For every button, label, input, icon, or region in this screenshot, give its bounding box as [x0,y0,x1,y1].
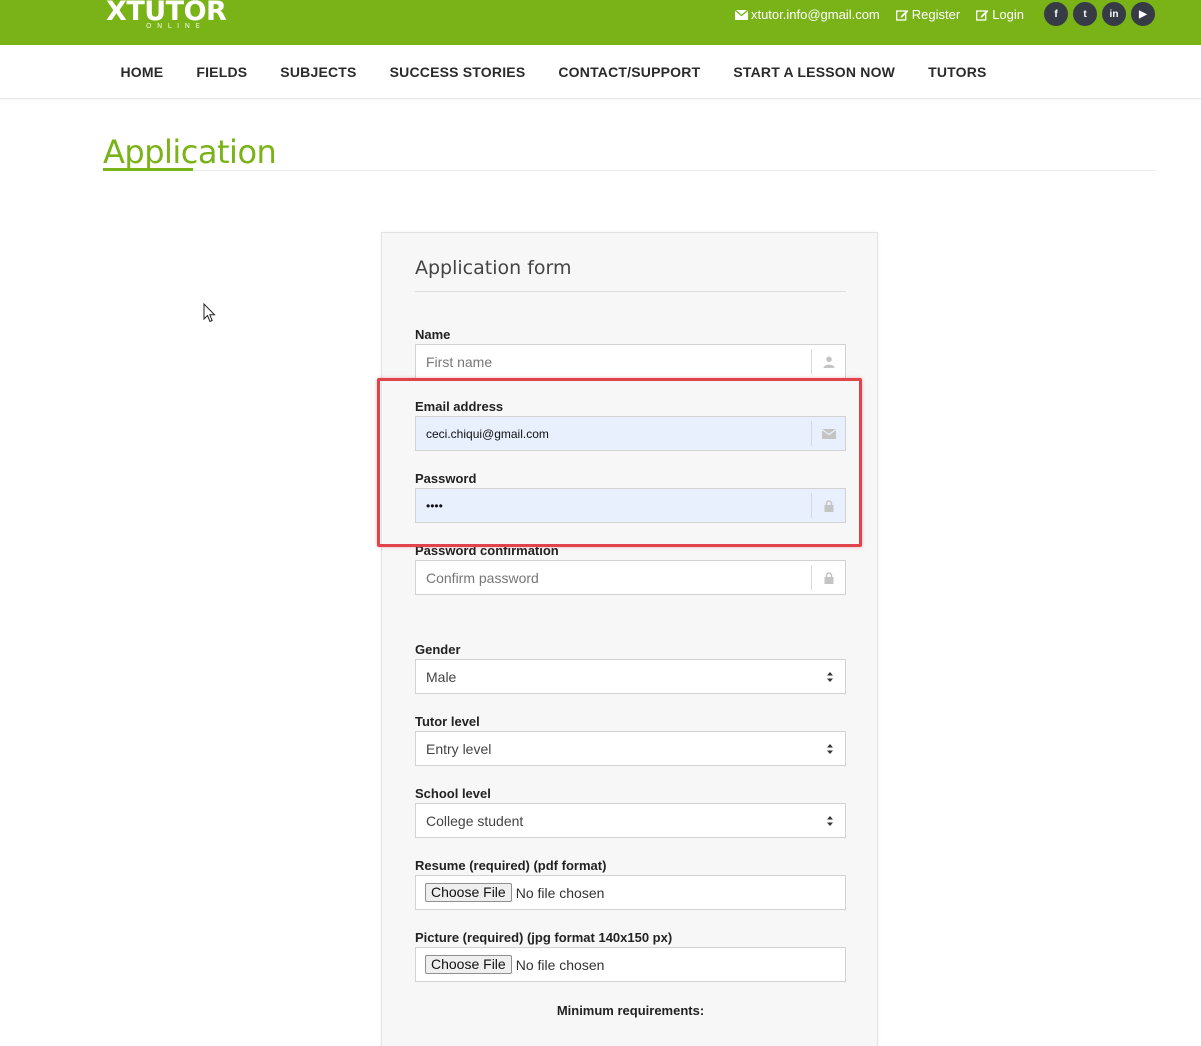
edit-icon [976,9,989,21]
login-text: Login [992,7,1024,22]
top-bar: XTUTOR ONLINE xtutor.info@gmail.com Regi… [0,0,1201,45]
register-link[interactable]: Register [895,7,961,22]
resume-file-status: No file chosen [515,884,605,901]
edit-icon [895,9,909,21]
password-input[interactable]: •••• [415,488,846,523]
school-level-select[interactable]: College student [415,803,846,838]
form-title-divider [415,291,846,292]
lock-icon [811,493,845,518]
resume-file-input[interactable]: Choose File No file chosen [415,875,846,910]
login-link[interactable]: Login [976,7,1024,22]
contact-email-text: xtutor.info@gmail.com [750,7,880,22]
school-level-label: School level [415,786,491,801]
lock-icon [811,565,845,590]
gender-label: Gender [415,642,461,657]
social-links: f t in ▶ [1044,2,1155,26]
password-confirmation-input[interactable]: Confirm password [415,560,846,595]
tutor-level-select[interactable]: Entry level [415,731,846,766]
top-links: xtutor.info@gmail.com Register Login [734,7,1024,22]
envelope-icon [734,9,748,20]
tutor-level-label: Tutor level [415,714,480,729]
twitter-icon[interactable]: t [1073,2,1097,26]
main-nav: HOME FIELDS SUBJECTS SUCCESS STORIES CON… [0,45,1201,99]
title-accent-underline [103,168,193,171]
resume-choose-file-button[interactable]: Choose File [425,883,512,902]
title-divider [103,170,1156,171]
facebook-icon[interactable]: f [1044,2,1068,26]
password-value: •••• [426,498,443,513]
password-label: Password [415,471,477,486]
picture-file-status: No file chosen [515,956,605,973]
nav-item-start-lesson[interactable]: START A LESSON NOW [717,64,912,80]
name-label: Name [415,327,451,342]
envelope-icon [811,421,845,446]
tutor-level-value: Entry level [426,740,492,757]
email-value: ceci.chiqui@gmail.com [426,426,549,441]
nav-item-tutors[interactable]: TUTORS [912,64,1004,80]
picture-label: Picture (required) (jpg format 140x150 p… [415,930,673,945]
picture-file-input[interactable]: Choose File No file chosen [415,947,846,982]
password-confirmation-placeholder: Confirm password [426,569,539,586]
user-icon [811,349,845,374]
page-title: Application [103,133,277,171]
gender-value: Male [426,668,457,685]
resume-label: Resume (required) (pdf format) [415,858,607,873]
name-placeholder: First name [426,353,493,370]
application-form-card: Application form Name First name Email a… [381,232,878,1046]
email-input[interactable]: ceci.chiqui@gmail.com [415,416,846,451]
nav-item-subjects[interactable]: SUBJECTS [264,64,373,80]
contact-email-link[interactable]: xtutor.info@gmail.com [734,7,880,22]
gender-select[interactable]: Male [415,659,846,694]
email-label: Email address [415,399,504,414]
name-input[interactable]: First name [415,344,846,379]
nav-item-home[interactable]: HOME [104,64,180,80]
nav-item-contact-support[interactable]: CONTACT/SUPPORT [542,64,717,80]
mouse-cursor-icon [203,302,217,328]
youtube-icon[interactable]: ▶ [1131,2,1155,26]
logo-subtext: ONLINE [146,22,206,30]
register-text: Register [911,7,961,22]
nav-item-success-stories[interactable]: SUCCESS STORIES [373,64,542,80]
password-confirmation-label: Password confirmation [415,543,559,558]
select-arrows-icon [815,671,845,683]
select-arrows-icon [815,815,845,827]
picture-choose-file-button[interactable]: Choose File [425,955,512,974]
select-arrows-icon [815,743,845,755]
site-logo[interactable]: XTUTOR ONLINE [106,0,227,30]
nav-item-fields[interactable]: FIELDS [180,64,264,80]
linkedin-icon[interactable]: in [1102,2,1126,26]
school-level-value: College student [426,812,524,829]
form-title: Application form [415,257,572,279]
minimum-requirements-heading: Minimum requirements: [556,1003,705,1018]
